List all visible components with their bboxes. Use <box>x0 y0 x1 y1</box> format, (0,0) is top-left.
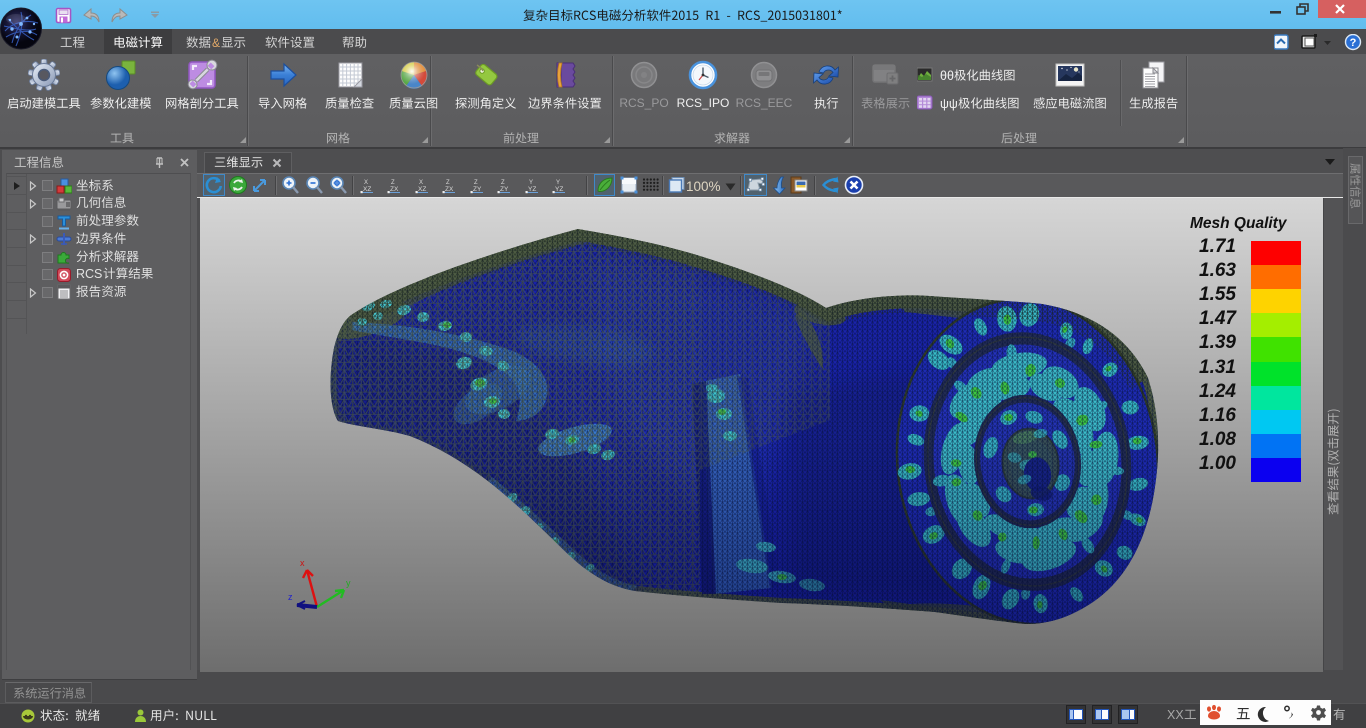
svg-text:YZ: YZ <box>555 186 563 193</box>
svg-text:x: x <box>300 558 305 568</box>
svg-text:?: ? <box>1350 37 1357 49</box>
svg-text:XZ: XZ <box>363 186 371 193</box>
svg-text:z: z <box>288 592 293 602</box>
svg-text:ZX: ZX <box>445 186 454 193</box>
svg-text:YZ: YZ <box>528 186 536 193</box>
svg-text:ZX: ZX <box>390 186 399 193</box>
svg-text:ZY: ZY <box>500 186 509 193</box>
svg-text:ZY: ZY <box>473 186 482 193</box>
svg-text:XZ: XZ <box>418 186 426 193</box>
svg-text:y: y <box>346 578 351 588</box>
